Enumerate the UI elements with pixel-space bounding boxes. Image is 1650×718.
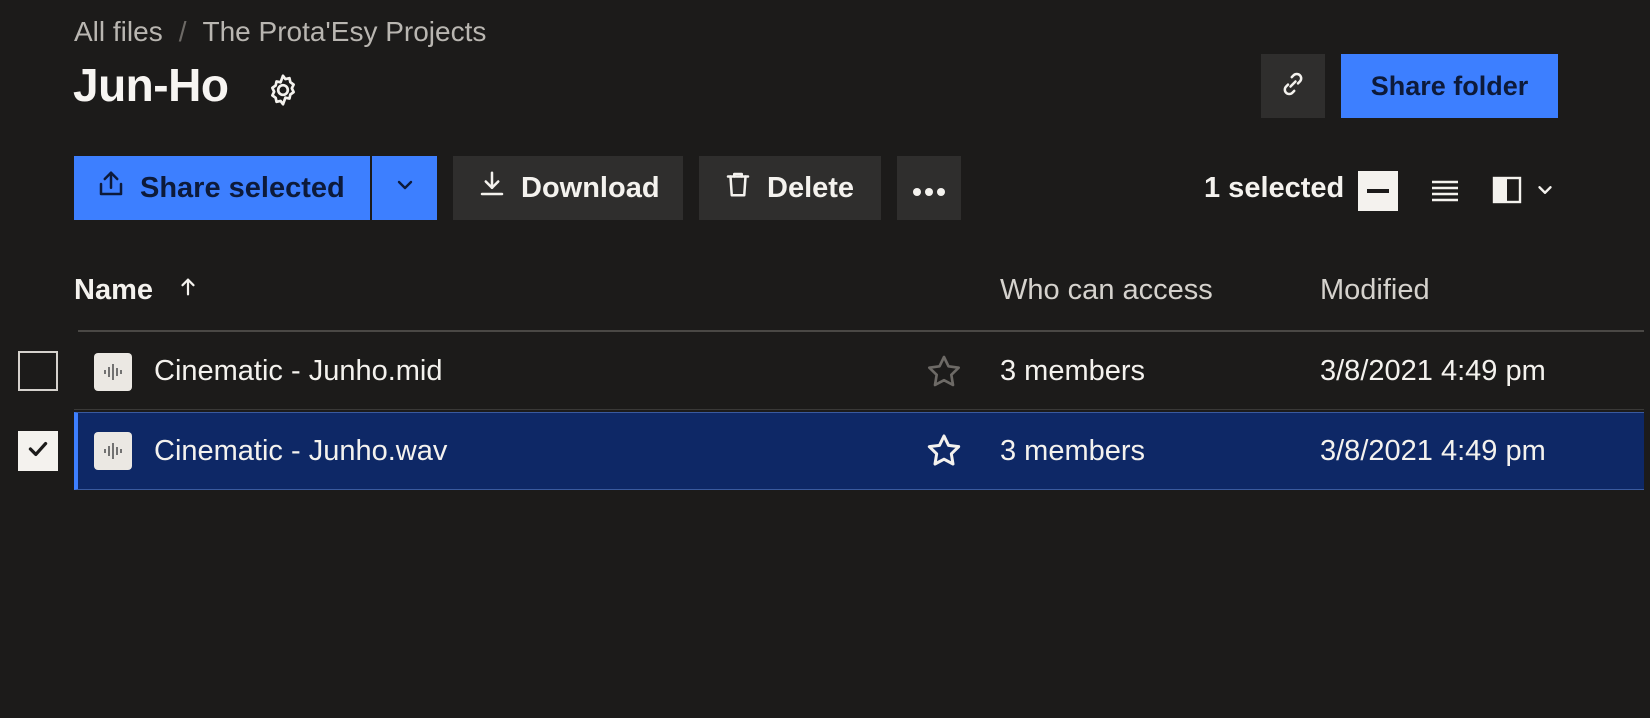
audio-file-icon	[94, 352, 132, 391]
copy-link-button[interactable]	[1261, 54, 1325, 118]
delete-button[interactable]: Delete	[699, 156, 881, 220]
chevron-down-icon	[393, 172, 417, 205]
file-name[interactable]: Cinematic - Junho.mid	[154, 355, 443, 388]
star-icon[interactable]	[924, 352, 964, 392]
page-title: Jun-Ho	[73, 59, 229, 111]
trash-icon	[723, 169, 767, 207]
breadcrumb: All files / The Prota'Esy Projects	[74, 16, 486, 48]
delete-label: Delete	[767, 171, 855, 204]
checkmark-icon	[25, 436, 51, 467]
share-options-dropdown[interactable]	[372, 156, 437, 220]
table-row[interactable]: Cinematic - Junho.mid 3 members 3/8/2021…	[74, 334, 1644, 410]
row-checkbox[interactable]	[18, 351, 58, 391]
modified-value: 3/8/2021 4:49 pm	[1320, 434, 1546, 467]
share-selected-button[interactable]: Share selected	[74, 156, 370, 220]
share-selected-label: Share selected	[140, 171, 345, 204]
modified-value: 3/8/2021 4:49 pm	[1320, 355, 1546, 387]
breadcrumb-project-folder[interactable]: The Prota'Esy Projects	[202, 16, 486, 48]
row-checkbox-checked[interactable]	[18, 431, 58, 471]
file-name[interactable]: Cinematic - Junho.wav	[154, 435, 447, 468]
sort-arrow-up-icon	[153, 274, 199, 307]
panel-toggle-button[interactable]	[1492, 175, 1562, 209]
share-folder-button[interactable]: Share folder	[1341, 54, 1558, 118]
header-divider	[78, 330, 1644, 332]
column-header-modified[interactable]: Modified	[1320, 274, 1430, 307]
chevron-down-icon	[1534, 179, 1556, 206]
list-view-icon[interactable]	[1428, 175, 1462, 209]
audio-file-icon	[94, 432, 132, 470]
download-label: Download	[521, 171, 660, 204]
deselect-all-checkbox[interactable]	[1358, 171, 1398, 211]
side-panel-icon	[1492, 175, 1522, 210]
column-header-name[interactable]: Name	[74, 274, 199, 307]
share-icon	[96, 169, 140, 207]
gear-icon[interactable]	[265, 72, 301, 108]
access-value[interactable]: 3 members	[1000, 355, 1145, 388]
table-row-selected[interactable]: Cinematic - Junho.wav 3 members 3/8/2021…	[74, 412, 1644, 490]
breadcrumb-all-files[interactable]: All files	[74, 16, 163, 48]
link-icon	[1278, 69, 1308, 104]
download-button[interactable]: Download	[453, 156, 683, 220]
more-horizontal-icon	[912, 172, 946, 205]
access-value[interactable]: 3 members	[1000, 435, 1145, 468]
minus-icon	[1367, 189, 1389, 193]
download-icon	[477, 169, 521, 207]
breadcrumb-separator: /	[178, 16, 187, 47]
column-header-access[interactable]: Who can access	[1000, 274, 1213, 307]
more-actions-button[interactable]	[897, 156, 961, 220]
star-icon[interactable]	[924, 431, 964, 471]
column-header-name-label: Name	[74, 274, 153, 306]
selection-count: 1 selected	[1204, 172, 1345, 204]
